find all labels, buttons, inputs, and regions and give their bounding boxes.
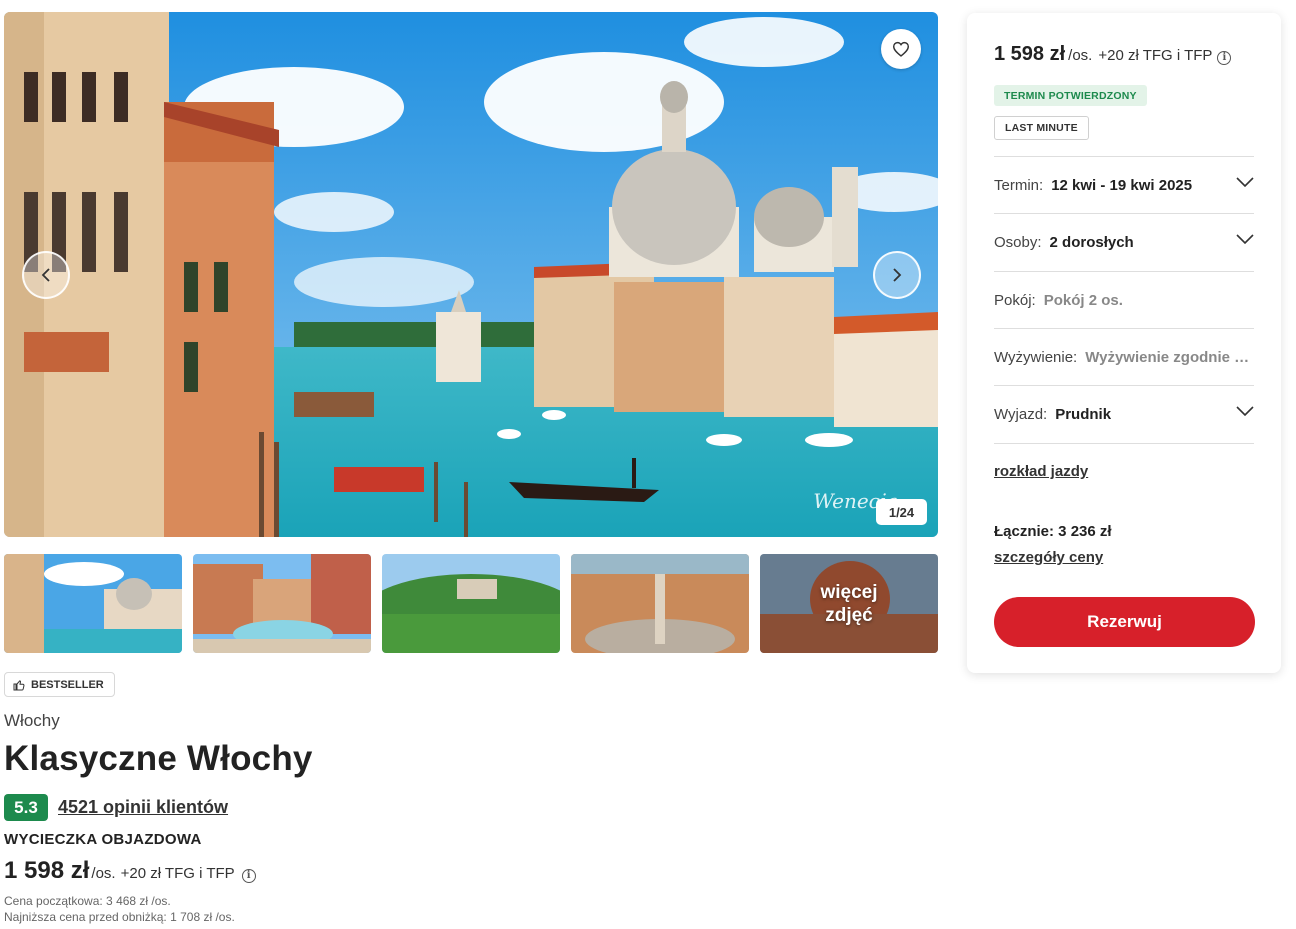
thumbnail-3[interactable] — [382, 554, 560, 653]
option-room: Pokój: Pokój 2 os. — [994, 271, 1254, 328]
lowest-price-note: Najniższa cena przed obniżką: 1 708 zł /… — [4, 910, 235, 924]
option-date[interactable]: Termin: 12 kwi - 19 kwi 2025 — [994, 156, 1254, 213]
reviews-link[interactable]: 4521 opinii klientów — [58, 797, 228, 818]
price-unit: /os. — [91, 865, 116, 882]
option-departure-value: Prudnik — [1055, 405, 1112, 423]
option-departure[interactable]: Wyjazd: Prudnik — [994, 385, 1254, 442]
thumbnail-strip: więcej zdjęć — [4, 554, 938, 653]
info-icon[interactable]: i — [241, 869, 256, 883]
gallery-next-button[interactable] — [873, 251, 921, 299]
options-divider — [994, 443, 1254, 444]
total-price: Łącznie: 3 236 zł — [994, 523, 1112, 540]
thumbnail-4[interactable] — [571, 554, 749, 653]
offer-title: Klasyczne Włochy — [4, 739, 313, 778]
panel-price-unit: /os. — [1068, 47, 1093, 64]
heart-icon — [892, 41, 910, 57]
country-label: Włochy — [4, 711, 60, 730]
main-gallery-image[interactable]: Wenecja 1/24 — [4, 12, 938, 537]
venice-photo — [4, 12, 938, 537]
price-row: 1 598 zł /os. +20 zł TFG i TFP i — [4, 857, 256, 885]
rating-row: 5.3 4521 opinii klientów — [4, 794, 228, 821]
bestseller-badge: BESTSELLER — [4, 672, 115, 697]
option-date-label: Termin: — [994, 176, 1044, 194]
panel-price-row: 1 598 zł /os. +20 zł TFG i TFP i — [994, 43, 1232, 66]
option-room-value: Pokój 2 os. — [1043, 291, 1123, 309]
option-board-value: Wyżywienie zgodnie z programem — [1085, 348, 1254, 366]
thumbs-up-icon — [13, 679, 25, 690]
booking-panel: 1 598 zł /os. +20 zł TFG i TFP i TERMIN … — [967, 13, 1281, 673]
tour-type: WYCIECZKA OBJAZDOWA — [4, 831, 202, 848]
option-board-label: Wyżywienie: — [994, 348, 1078, 366]
chevron-left-icon — [41, 268, 50, 282]
option-room-label: Pokój: — [994, 291, 1036, 309]
thumbnail-2[interactable] — [193, 554, 371, 653]
option-persons-label: Osoby: — [994, 233, 1042, 251]
schedule-link[interactable]: rozkład jazdy — [994, 463, 1088, 480]
price-extra-fees: +20 zł TFG i TFP — [120, 865, 235, 882]
thumbnail-more-photos[interactable]: więcej zdjęć — [760, 554, 938, 653]
chevron-down-icon — [1236, 177, 1254, 187]
bestseller-label: BESTSELLER — [31, 678, 104, 691]
initial-price-note: Cena początkowa: 3 468 zł /os. — [4, 894, 171, 908]
thumbnail-1[interactable] — [4, 554, 182, 653]
favorite-button[interactable] — [881, 29, 921, 69]
book-button[interactable]: Rezerwuj — [994, 597, 1255, 647]
panel-price-extra-fees: +20 zł TFG i TFP — [1098, 47, 1213, 64]
option-persons[interactable]: Osoby: 2 dorosłych — [994, 213, 1254, 270]
chevron-down-icon — [1236, 406, 1254, 416]
gallery-prev-button[interactable] — [22, 251, 70, 299]
confirmed-date-tag: TERMIN POTWIERDZONY — [994, 85, 1147, 106]
panel-price-value: 1 598 zł — [994, 43, 1066, 65]
chevron-down-icon — [1236, 234, 1254, 244]
rating-badge: 5.3 — [4, 794, 48, 821]
price-details-link[interactable]: szczegóły ceny — [994, 549, 1103, 566]
price-value: 1 598 zł — [4, 857, 90, 884]
info-icon[interactable]: i — [1217, 51, 1232, 65]
option-persons-value: 2 dorosłych — [1049, 233, 1134, 251]
last-minute-tag: LAST MINUTE — [994, 116, 1089, 140]
option-date-value: 12 kwi - 19 kwi 2025 — [1051, 176, 1193, 194]
option-board: Wyżywienie: Wyżywienie zgodnie z program… — [994, 328, 1254, 385]
chevron-right-icon — [893, 268, 902, 282]
more-photos-label: więcej zdjęć — [760, 554, 938, 653]
option-departure-label: Wyjazd: — [994, 405, 1048, 423]
photo-counter: 1/24 — [876, 499, 927, 525]
